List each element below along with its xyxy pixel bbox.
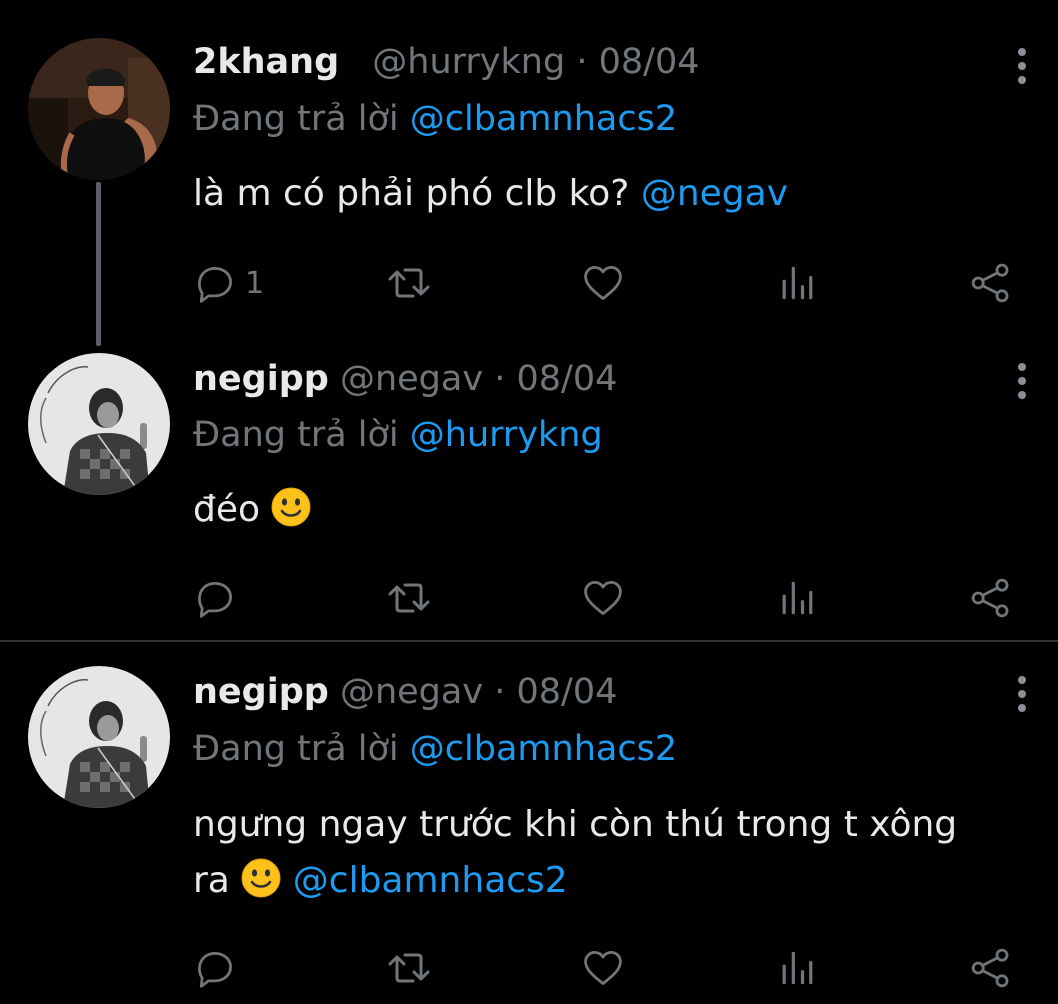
tweet-text-line-2-wrap: ra @clbamnhacs2 — [193, 853, 1023, 909]
tweet-3[interactable]: negipp @negav · 08/04 Đang trả lời @clba… — [0, 0, 1058, 1004]
reply-icon — [193, 944, 237, 992]
user-handle[interactable]: @negav — [340, 672, 483, 712]
retweet-button[interactable] — [385, 944, 433, 992]
reply-button[interactable] — [193, 944, 237, 992]
avatar[interactable] — [28, 666, 170, 808]
analytics-icon — [775, 944, 819, 992]
replying-to-mention[interactable]: @clbamnhacs2 — [410, 729, 677, 769]
replying-prefix: Đang trả lời — [193, 729, 399, 769]
display-name[interactable]: negipp — [193, 672, 329, 712]
like-button[interactable] — [581, 944, 625, 992]
share-button[interactable] — [969, 944, 1013, 992]
replying-to-line: Đang trả lời @clbamnhacs2 — [193, 729, 677, 769]
analytics-button[interactable] — [775, 944, 819, 992]
share-icon — [969, 944, 1013, 992]
tweet-text-line-1: ngưng ngay trước khi còn thú trong t xôn… — [193, 804, 958, 845]
separator: · — [494, 672, 506, 712]
tweet-mention[interactable]: @clbamnhacs2 — [293, 860, 568, 901]
like-icon — [581, 944, 625, 992]
tweet-text: ngưng ngay trước khi còn thú trong t xôn… — [193, 797, 1023, 909]
tweet-header: negipp @negav · 08/04 — [193, 672, 617, 712]
slightly-smiling-face-emoji — [241, 857, 282, 899]
tweet-date[interactable]: 08/04 — [516, 672, 617, 712]
tweet-text-line-2: ra — [193, 860, 230, 901]
more-icon[interactable] — [1012, 674, 1032, 714]
retweet-icon — [385, 944, 433, 992]
action-bar — [193, 944, 1023, 992]
